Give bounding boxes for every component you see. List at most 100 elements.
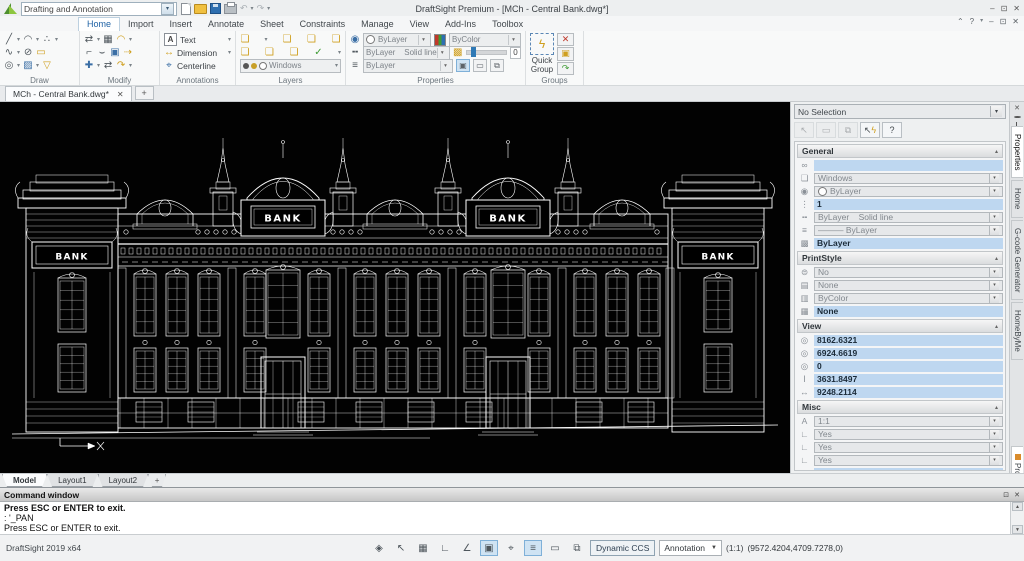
chamfer-icon[interactable]: ⌐: [84, 47, 94, 58]
caret-icon[interactable]: ▾: [17, 62, 20, 69]
tab-import[interactable]: Import: [120, 18, 162, 31]
side-tab-home[interactable]: Home: [1011, 180, 1023, 217]
caret-icon[interactable]: ▾: [97, 36, 100, 43]
tab-model[interactable]: Model: [2, 474, 47, 487]
edit-group-icon[interactable]: ▣: [557, 47, 574, 60]
printstyle-table-dropdown[interactable]: None▾: [814, 280, 1003, 291]
doc-close-button[interactable]: ✕: [1012, 17, 1019, 26]
layer-off-icon[interactable]: ❏: [331, 34, 341, 45]
clear-selection-button[interactable]: ⧉: [838, 122, 858, 138]
ucs-origin-dropdown[interactable]: Yes▾: [814, 442, 1003, 453]
ungroup-icon[interactable]: ✕: [557, 33, 574, 46]
side-tab-properties[interactable]: Properties: [1011, 126, 1023, 178]
regroup-icon[interactable]: ↷: [557, 62, 574, 75]
centerline-label[interactable]: Centerline: [177, 61, 216, 71]
print-area-icon[interactable]: ▭: [546, 540, 564, 556]
property-painter-icon[interactable]: ⧉: [490, 59, 504, 72]
view-center-x-field[interactable]: 8162.6321: [814, 335, 1003, 346]
point-icon[interactable]: ∴: [42, 34, 52, 45]
line-style-dropdown[interactable]: ByLayer Solid line▾: [814, 212, 1003, 223]
caret-icon[interactable]: ▾: [228, 49, 231, 56]
dimension-icon[interactable]: ↔: [164, 47, 174, 58]
transparency-slider[interactable]: [466, 50, 507, 55]
drawing-canvas[interactable]: BANKBANKBANKBANK: [0, 102, 790, 473]
printstyle-mode-dropdown[interactable]: ByColor▾: [814, 293, 1003, 304]
save-icon[interactable]: [210, 3, 221, 14]
rotate-icon[interactable]: ↷: [116, 60, 126, 71]
grid-icon[interactable]: ▦: [414, 540, 432, 556]
view-center-z-field[interactable]: 0: [814, 361, 1003, 372]
tab-sheet[interactable]: Sheet: [252, 18, 292, 31]
open-file-icon[interactable]: [194, 4, 207, 14]
caret-icon[interactable]: ▾: [17, 36, 20, 43]
add-sheet-button[interactable]: +: [148, 474, 166, 487]
section-header-view[interactable]: View▴: [797, 319, 1003, 333]
polygon-icon[interactable]: ▽: [42, 60, 52, 71]
transparency-icon[interactable]: ▩: [453, 47, 463, 58]
snap-settings-icon[interactable]: ◈: [370, 540, 388, 556]
printstyle-dropdown[interactable]: No▾: [814, 267, 1003, 278]
close-button[interactable]: ✕: [1013, 4, 1020, 13]
hyperlink-field[interactable]: [814, 160, 1003, 171]
transparency-field[interactable]: ByLayer: [814, 238, 1003, 249]
scroll-down-icon[interactable]: ▼: [1012, 525, 1023, 534]
caret-icon[interactable]: ▾: [989, 281, 999, 290]
line-weight-dropdown[interactable]: ——— ByLayer▾: [814, 225, 1003, 236]
flash-select-button[interactable]: ↖ϟ: [860, 122, 880, 138]
line-color-icon[interactable]: ◉: [350, 34, 360, 45]
panel-help-button[interactable]: ?: [882, 122, 902, 138]
polar-icon[interactable]: ∠: [458, 540, 476, 556]
etrack-icon[interactable]: ⌖: [502, 540, 520, 556]
lineweight-icon[interactable]: ≡: [350, 60, 360, 71]
side-tab-gcode[interactable]: G-code Generator: [1011, 220, 1023, 300]
line-scale-field[interactable]: 1: [814, 199, 1003, 210]
slider-handle[interactable]: [471, 47, 476, 57]
lineweight-selector[interactable]: ByLayer▾: [363, 59, 453, 73]
caret-icon[interactable]: ▾: [335, 62, 338, 69]
caret-icon[interactable]: ▾: [264, 36, 267, 43]
caret-icon[interactable]: ▾: [36, 36, 39, 43]
pointer-icon[interactable]: ↖: [392, 540, 410, 556]
caret-icon[interactable]: ▾: [989, 174, 999, 183]
ucs-viewport-dropdown[interactable]: Yes▾: [814, 455, 1003, 466]
caret-icon[interactable]: ▾: [129, 36, 132, 43]
fillet-icon[interactable]: ◠: [116, 34, 126, 45]
scroll-up-icon[interactable]: ▲: [1012, 502, 1023, 511]
caret-icon[interactable]: ▾: [17, 49, 20, 56]
dynamic-ccs-button[interactable]: Dynamic CCS: [590, 540, 655, 556]
command-history[interactable]: Press ESC or ENTER to exit. : '_PAN Pres…: [0, 502, 1010, 534]
command-window-float-icon[interactable]: ⊡: [1003, 491, 1009, 499]
stretch-icon[interactable]: ⇄: [103, 60, 113, 71]
caret-icon[interactable]: ▾: [989, 294, 999, 303]
tab-layout1[interactable]: Layout1: [47, 474, 97, 487]
annotation-scale-dropdown[interactable]: 1:1▾: [814, 416, 1003, 427]
lineweight-toggle-icon[interactable]: ≡: [524, 540, 542, 556]
collapse-icon[interactable]: ▴: [995, 404, 998, 411]
pattern-icon[interactable]: ▦: [103, 34, 113, 45]
mirror-icon[interactable]: ⇄: [84, 34, 94, 45]
collapse-icon[interactable]: ▴: [995, 148, 998, 155]
collapse-icon[interactable]: ▴: [995, 255, 998, 262]
caret-icon[interactable]: ▾: [508, 35, 518, 45]
collapse-icon[interactable]: ▴: [995, 323, 998, 330]
collapse-ribbon-icon[interactable]: ⌃: [957, 17, 964, 26]
linestyle-selector[interactable]: ByLayer Solid line▾: [363, 46, 450, 60]
layer-isolate-icon[interactable]: ❏: [240, 47, 250, 58]
section-header-general[interactable]: General▴: [797, 144, 1003, 158]
restore-button[interactable]: ⊡: [1001, 4, 1008, 13]
layer-manager-icon[interactable]: ❏: [240, 34, 250, 45]
ucs-on-dropdown[interactable]: Yes▾: [814, 429, 1003, 440]
tab-constraints[interactable]: Constraints: [292, 18, 354, 31]
select-entities-button[interactable]: ↖: [794, 122, 814, 138]
quick-select-button[interactable]: ▭: [816, 122, 836, 138]
esnap-icon[interactable]: ▣: [480, 540, 498, 556]
annotation-scale-dropdown[interactable]: Annotation ▼: [659, 540, 722, 556]
caret-icon[interactable]: ▾: [989, 226, 999, 235]
hatch-icon[interactable]: ▨: [23, 60, 33, 71]
caret-icon[interactable]: ▾: [55, 36, 58, 43]
tab-manage[interactable]: Manage: [353, 18, 402, 31]
caret-icon[interactable]: ▾: [989, 268, 999, 277]
layer-lock-icon[interactable]: ❏: [306, 34, 316, 45]
region-icon[interactable]: ▣: [110, 47, 120, 58]
layer-dropdown[interactable]: Windows▾: [814, 173, 1003, 184]
